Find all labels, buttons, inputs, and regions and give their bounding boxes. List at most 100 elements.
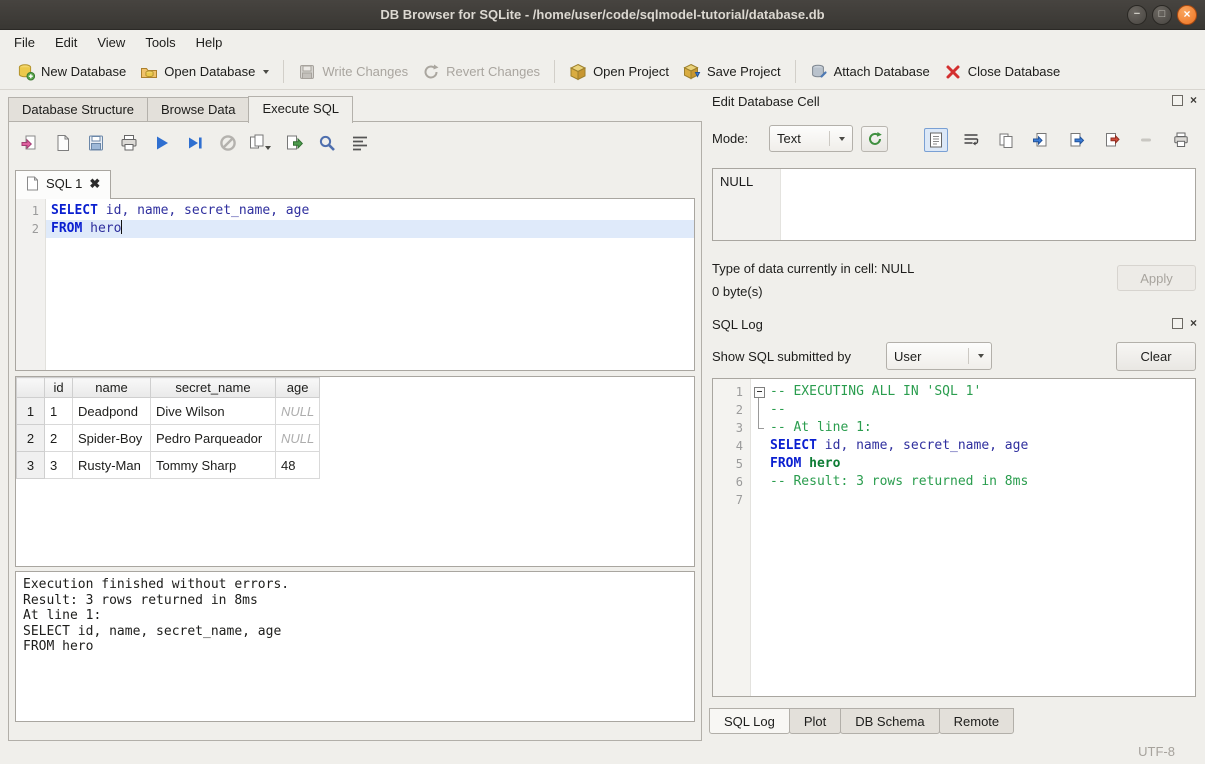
log-line: 2-- [713,401,1195,419]
chevron-down-icon [978,354,984,358]
column-header-age[interactable]: age [276,378,320,398]
column-header-id[interactable]: id [45,378,73,398]
titlebar[interactable]: DB Browser for SQLite - /home/user/code/… [0,0,1205,30]
format-sql-icon[interactable] [347,130,373,156]
execution-message[interactable]: Execution finished without errors. Resul… [15,571,695,722]
table-row: 3 3 Rusty-Man Tommy Sharp 48 [17,452,320,479]
open-database-icon [140,63,158,81]
set-null-icon[interactable] [1134,128,1158,152]
new-database-button[interactable]: New Database [10,58,133,86]
table-row: 2 2 Spider-Boy Pedro Parqueador NULL [17,425,320,452]
sql-editor-tabbar: SQL 1 ✖ [15,170,111,199]
row-header[interactable]: 1 [17,398,45,425]
sql-log-view[interactable]: 1-- EXECUTING ALL IN 'SQL 1' 2-- 3-- At … [712,378,1196,697]
print-cell-icon[interactable] [1169,128,1193,152]
word-wrap-icon[interactable] [959,128,983,152]
fold-marker-icon[interactable] [751,383,767,401]
minimize-button[interactable]: − [1127,5,1147,25]
row-header[interactable]: 3 [17,452,45,479]
new-database-icon [17,63,35,81]
export-results-icon[interactable] [281,130,307,156]
result-cell-null[interactable]: NULL [276,398,320,425]
result-cell[interactable]: Tommy Sharp [151,452,276,479]
result-cell[interactable]: Spider-Boy [73,425,151,452]
open-external-button[interactable] [861,126,888,152]
attach-database-button[interactable]: Attach Database [803,58,937,86]
tab-db-schema[interactable]: DB Schema [840,708,939,734]
text-view-icon[interactable] [924,128,948,152]
execute-current-line-icon[interactable] [182,130,208,156]
open-database-button[interactable]: Open Database [133,58,276,86]
save-project-button[interactable]: Save Project [676,58,788,86]
column-header-secret-name[interactable]: secret_name [151,378,276,398]
result-cell-null[interactable]: NULL [276,425,320,452]
window-controls: − □ × [1127,5,1197,25]
open-in-new-tab-icon[interactable] [248,130,274,156]
result-cell[interactable]: Dive Wilson [151,398,276,425]
open-sql-file-icon[interactable] [50,130,76,156]
close-database-icon [944,63,962,81]
copy-cell-icon[interactable] [994,128,1018,152]
result-cell[interactable]: 1 [45,398,73,425]
tab-browse-data[interactable]: Browse Data [147,97,249,122]
editor-line: 1 SELECT id, name, secret_name, age [16,202,694,220]
window-title: DB Browser for SQLite - /home/user/code/… [380,7,824,22]
menu-view[interactable]: View [87,32,135,53]
close-button[interactable]: × [1177,5,1197,25]
main-tabbar: Database Structure Browse Data Execute S… [8,96,353,123]
edit-cell-panel-controls: × [1172,95,1197,106]
float-panel-icon[interactable] [1172,318,1183,329]
clear-log-button[interactable]: Clear [1116,342,1196,371]
sql-editor[interactable]: 1 SELECT id, name, secret_name, age 2 FR… [15,198,695,371]
menu-edit[interactable]: Edit [45,32,87,53]
open-project-button[interactable]: Open Project [562,58,676,86]
export-cell-icon[interactable] [1064,128,1088,152]
maximize-button[interactable]: □ [1152,5,1172,25]
mode-select-value: Text [777,131,801,146]
column-header-name[interactable]: name [73,378,151,398]
log-filter-select[interactable]: User [886,342,992,370]
cell-editor[interactable]: NULL [712,168,1196,241]
result-cell[interactable]: 2 [45,425,73,452]
attach-database-label: Attach Database [834,64,930,79]
close-tab-icon[interactable]: ✖ [89,176,100,191]
tab-remote[interactable]: Remote [939,708,1015,734]
result-cell[interactable]: 48 [276,452,320,479]
find-replace-icon[interactable] [314,130,340,156]
float-panel-icon[interactable] [1172,95,1183,106]
menu-help[interactable]: Help [186,32,233,53]
dock-tabbar: SQL Log Plot DB Schema Remote [709,708,1014,734]
execute-all-icon[interactable] [149,130,175,156]
tab-database-structure[interactable]: Database Structure [8,97,148,122]
sql-tab-label: SQL 1 [46,176,82,191]
menu-file[interactable]: File [4,32,45,53]
encoding-indicator: UTF-8 [1138,744,1175,759]
save-sql-file-icon[interactable] [83,130,109,156]
save-as-cell-icon[interactable] [1099,128,1123,152]
results-grid: id name secret_name age 1 1 Deadpond Div… [15,376,695,567]
row-header[interactable]: 2 [17,425,45,452]
tab-sql-log[interactable]: SQL Log [709,708,790,734]
log-line: 1-- EXECUTING ALL IN 'SQL 1' [713,383,1195,401]
print-icon[interactable] [116,130,142,156]
mode-select[interactable]: Text [769,125,853,152]
result-cell[interactable]: 3 [45,452,73,479]
stop-icon[interactable] [215,130,241,156]
revert-changes-button[interactable]: Revert Changes [415,58,547,86]
chevron-down-icon[interactable] [263,70,269,74]
result-cell[interactable]: Deadpond [73,398,151,425]
result-cell[interactable]: Rusty-Man [73,452,151,479]
close-database-button[interactable]: Close Database [937,58,1068,86]
result-cell[interactable]: Pedro Parqueador [151,425,276,452]
import-cell-icon[interactable] [1029,128,1053,152]
write-changes-button[interactable]: Write Changes [291,58,415,86]
tab-sql-1[interactable]: SQL 1 ✖ [15,170,111,199]
close-panel-icon[interactable]: × [1190,318,1197,329]
apply-button[interactable]: Apply [1117,265,1196,291]
close-panel-icon[interactable]: × [1190,95,1197,106]
menu-tools[interactable]: Tools [135,32,185,53]
tab-plot[interactable]: Plot [789,708,841,734]
tab-execute-sql[interactable]: Execute SQL [248,96,353,123]
main-toolbar: New Database Open Database Write Changes… [0,54,1205,90]
new-sql-tab-icon[interactable] [17,130,43,156]
